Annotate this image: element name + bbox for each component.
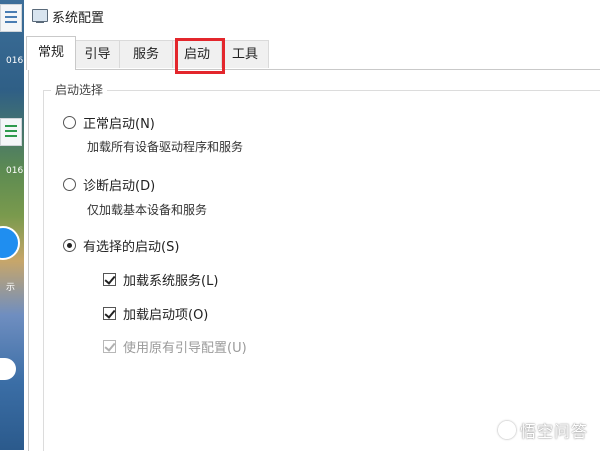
desktop-strip: 016 016 示 — [0, 0, 24, 450]
load-startup-items-option[interactable]: 加载启动项(O) — [103, 304, 208, 323]
tab-services[interactable]: 服务 — [119, 40, 173, 68]
watermark-logo-icon — [497, 421, 516, 439]
chat-app-icon[interactable] — [0, 358, 16, 380]
selective-startup-radio[interactable] — [63, 239, 76, 252]
tab-general[interactable]: 常规 — [26, 36, 76, 70]
load-system-services-option[interactable]: 加载系统服务(L) — [103, 270, 218, 289]
normal-startup-option[interactable]: 正常启动(N) — [63, 113, 155, 132]
normal-startup-label: 正常启动(N) — [83, 117, 155, 132]
diagnostic-startup-label: 诊断启动(D) — [83, 179, 156, 194]
desktop-label: 示 — [6, 283, 16, 293]
watermark: 悟空问答 — [497, 418, 588, 442]
load-startup-items-checkbox[interactable] — [103, 307, 116, 320]
load-startup-items-label: 加载启动项(O) — [123, 308, 209, 323]
normal-startup-radio[interactable] — [63, 116, 76, 129]
load-system-services-label: 加载系统服务(L) — [123, 274, 219, 289]
use-original-boot-config-checkbox — [103, 340, 116, 353]
desktop-label: 016 — [6, 166, 24, 176]
msconfig-icon — [32, 9, 48, 23]
watermark-text: 悟空问答 — [519, 422, 588, 441]
use-original-boot-config-option: 使用原有引导配置(U) — [103, 337, 247, 356]
tab-boot[interactable]: 引导 — [75, 40, 120, 68]
selective-startup-option[interactable]: 有选择的启动(S) — [63, 236, 179, 255]
general-tab-panel: 启动选择 正常启动(N) 加载所有设备驱动程序和服务 诊断启动(D) 仅加载基本… — [28, 69, 600, 451]
diagnostic-startup-radio[interactable] — [63, 178, 76, 191]
diagnostic-startup-desc: 仅加载基本设备和服务 — [87, 203, 208, 217]
tab-tools[interactable]: 工具 — [221, 40, 269, 68]
desktop-app-icon[interactable] — [0, 226, 20, 260]
system-config-dialog: 系统配置 常规 引导 服务 启动 工具 启动选择 正常启动(N) 加载所有设备驱… — [24, 0, 600, 451]
load-system-services-checkbox[interactable] — [103, 273, 116, 286]
window-title: 系统配置 — [52, 11, 105, 26]
desktop-spreadsheet-icon[interactable] — [0, 118, 22, 146]
desktop-label: 016 — [6, 56, 24, 66]
desktop-file-icon[interactable] — [0, 4, 22, 32]
use-original-boot-config-label: 使用原有引导配置(U) — [123, 341, 247, 356]
diagnostic-startup-option[interactable]: 诊断启动(D) — [63, 175, 155, 194]
group-legend: 启动选择 — [51, 81, 108, 98]
title-bar: 系统配置 — [24, 0, 600, 30]
normal-startup-desc: 加载所有设备驱动程序和服务 — [87, 140, 244, 154]
tab-startup[interactable]: 启动 — [172, 40, 222, 68]
selective-startup-label: 有选择的启动(S) — [83, 240, 180, 255]
tab-bar: 常规 引导 服务 启动 工具 — [24, 36, 600, 70]
